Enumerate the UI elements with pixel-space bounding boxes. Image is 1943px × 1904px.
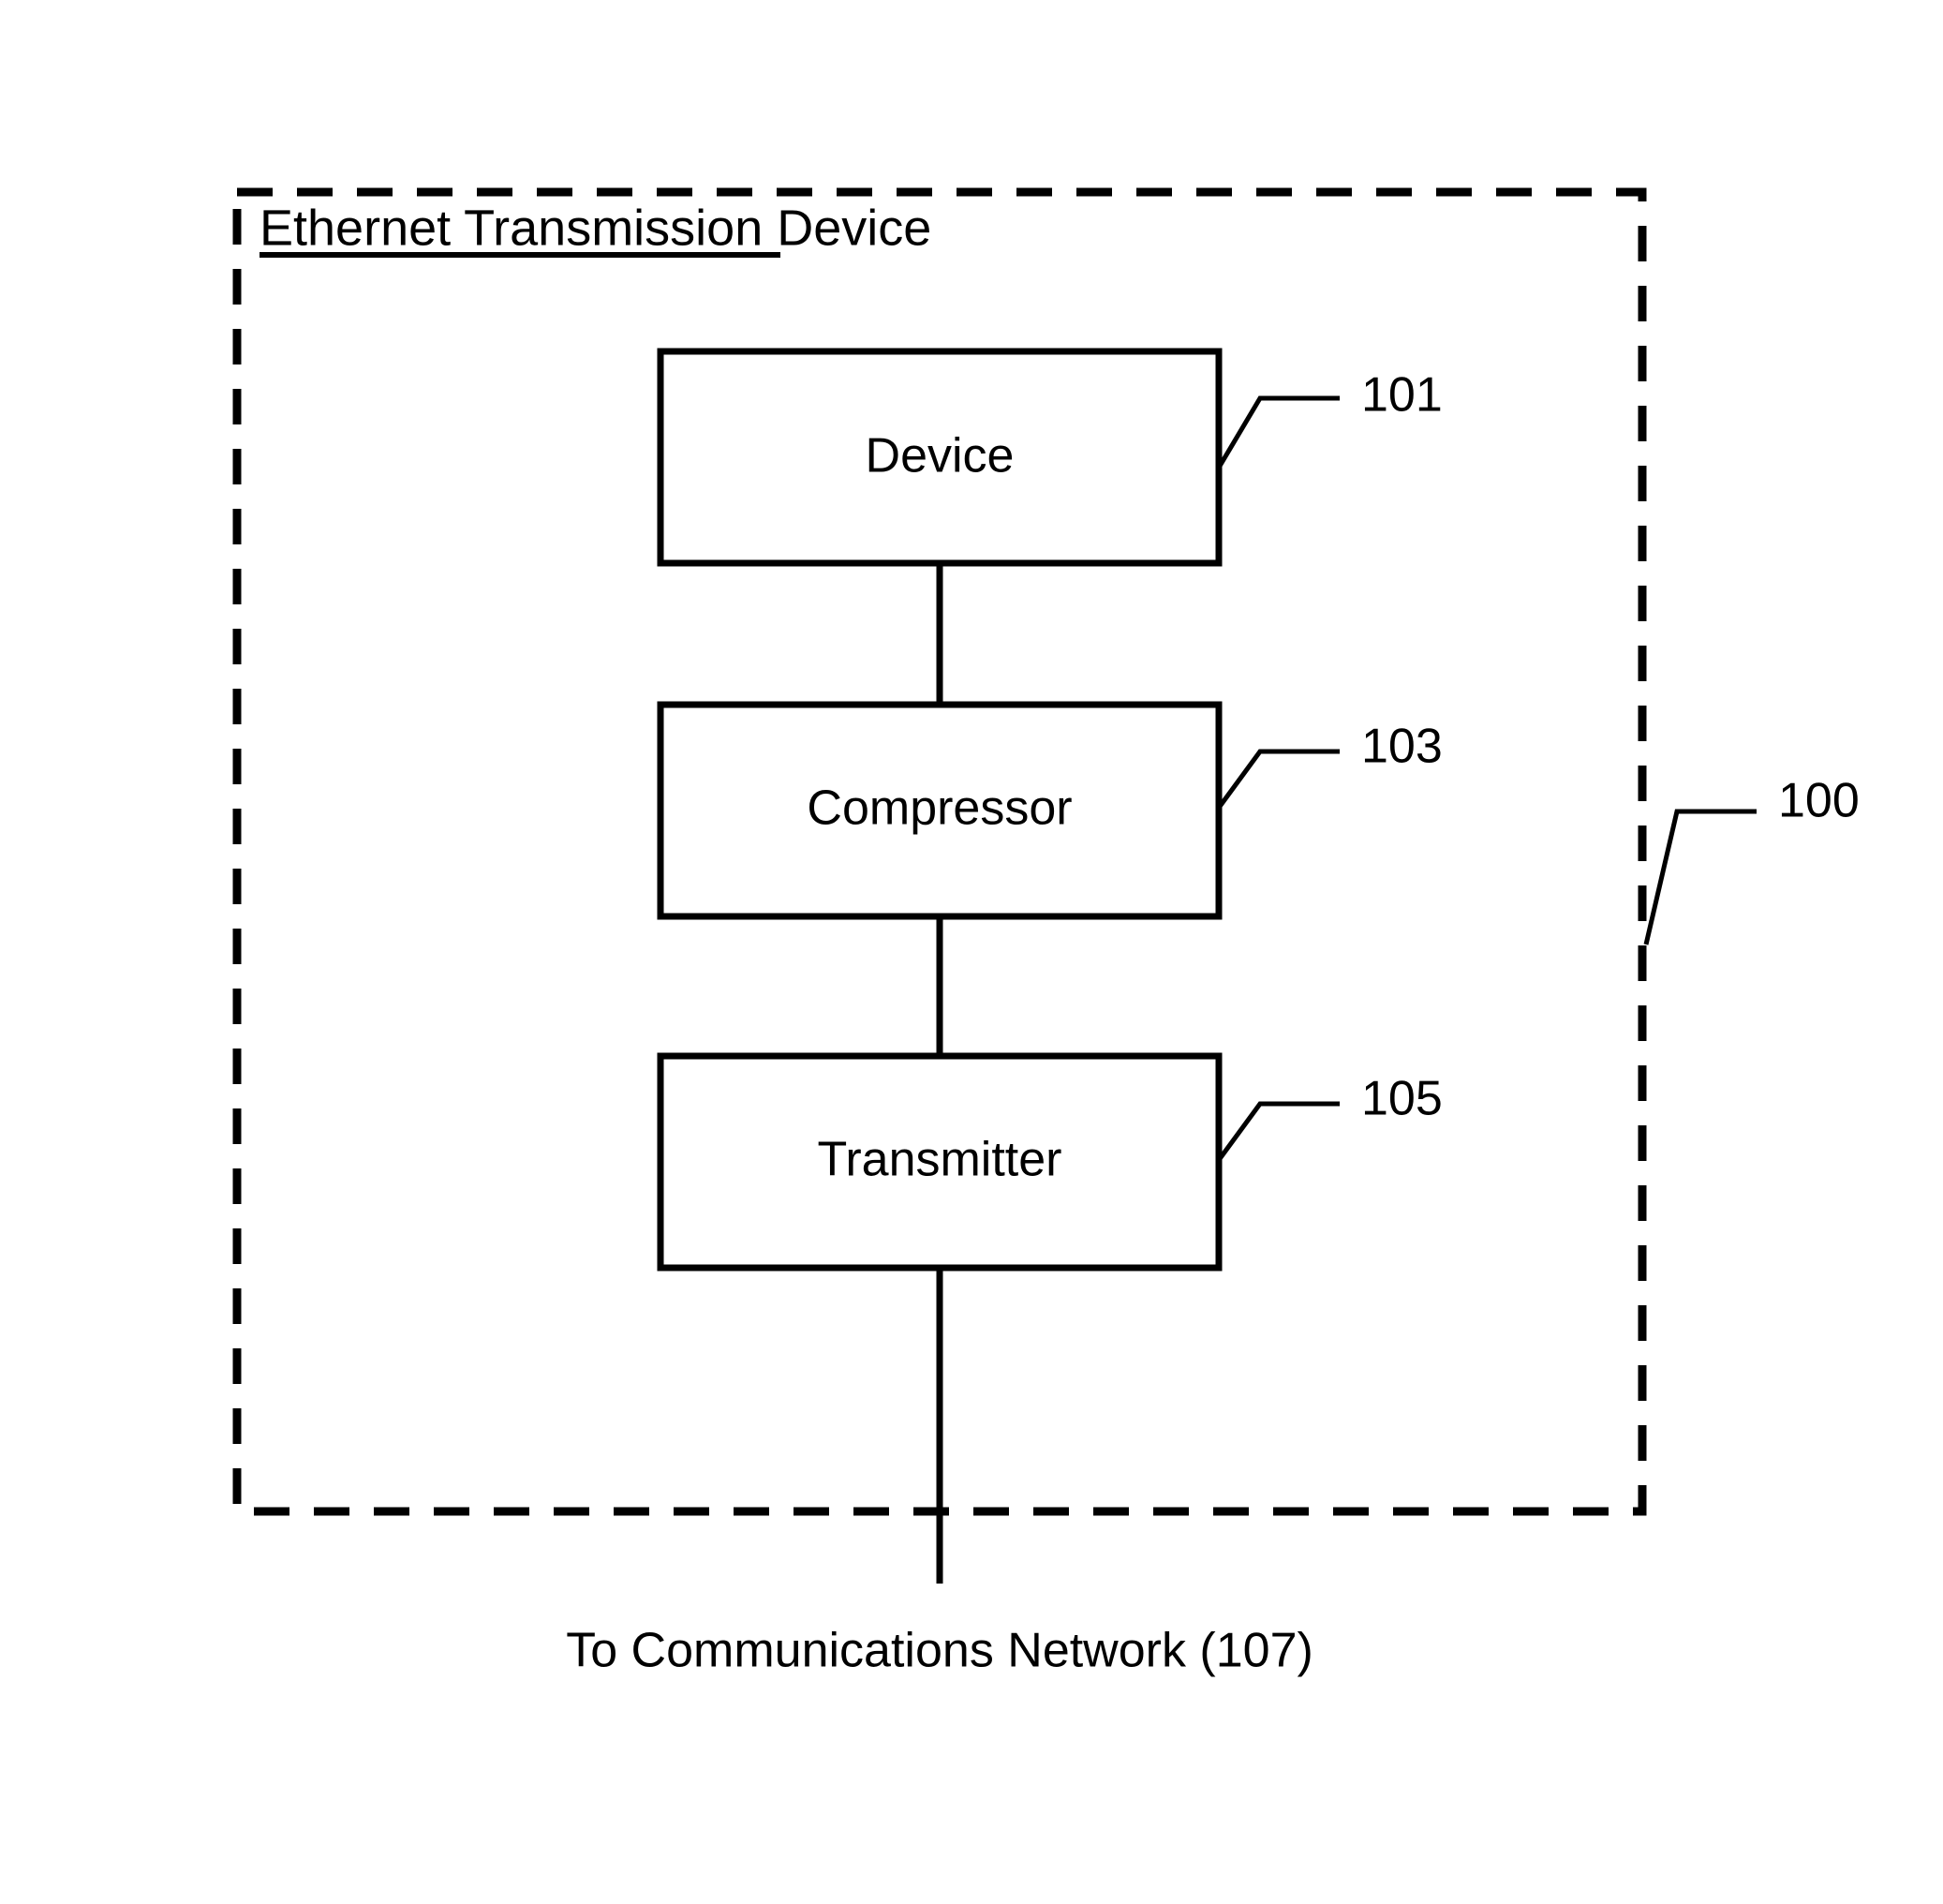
- leader-line-100: [1643, 809, 1757, 945]
- reference-numeral-101: 101: [1361, 368, 1443, 423]
- block-device-label: Device: [866, 429, 1015, 483]
- leader-line-105: [1216, 1101, 1340, 1162]
- reference-numeral-103: 103: [1361, 720, 1443, 774]
- block-transmitter-label: Transmitter: [818, 1133, 1062, 1187]
- network-caption: To Communications Network (107): [566, 1624, 1313, 1678]
- block-diagram: Ethernet Transmission Device 100 Device …: [232, 187, 1860, 1678]
- patent-figure-canvas: Ethernet Transmission Device 100 Device …: [0, 0, 1943, 1904]
- leader-line-101: [1216, 395, 1340, 469]
- leader-line-103: [1216, 749, 1340, 810]
- enclosure-title: Ethernet Transmission Device: [260, 200, 931, 256]
- reference-numeral-105: 105: [1361, 1072, 1443, 1126]
- reference-numeral-100: 100: [1778, 774, 1860, 828]
- block-compressor-label: Compressor: [807, 781, 1072, 836]
